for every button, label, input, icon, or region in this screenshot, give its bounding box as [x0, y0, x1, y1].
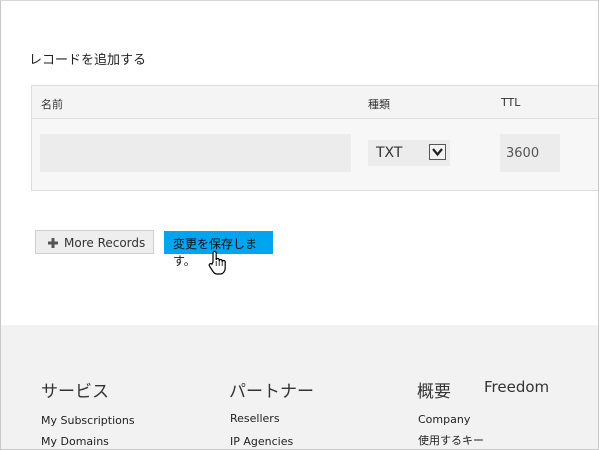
record-type-select[interactable]: TXT — [368, 140, 450, 166]
footer-column-freedom: Freedom — [484, 378, 549, 396]
page-frame: レコードを追加する 名前 種類 TTL TXT More Records 変更を… — [0, 0, 599, 450]
column-header-type: 種類 — [368, 98, 390, 111]
footer-link-my-domains[interactable]: My Domains — [41, 435, 109, 448]
footer-link-my-subscriptions[interactable]: My Subscriptions — [41, 414, 135, 427]
records-table: 名前 種類 TTL TXT — [31, 85, 598, 191]
footer: サービス My Subscriptions My Domains パートナー R… — [1, 325, 598, 449]
footer-column-overview: 概要 — [417, 377, 451, 402]
records-header: 名前 種類 TTL — [32, 86, 598, 119]
footer-link-ip-agencies[interactable]: IP Agencies — [230, 435, 293, 448]
footer-column-partners: パートナー — [229, 377, 314, 402]
hand-cursor-icon — [207, 250, 229, 280]
footer-heading-overview: 概要 — [417, 382, 451, 402]
record-ttl-input[interactable] — [500, 134, 560, 172]
footer-link-resellers[interactable]: Resellers — [230, 412, 280, 425]
footer-heading-freedom: Freedom — [484, 378, 550, 396]
footer-link-company[interactable]: Company — [418, 413, 470, 426]
footer-link-keys[interactable]: 使用するキー — [418, 432, 484, 448]
record-type-value: TXT — [376, 145, 403, 161]
footer-heading-partners: パートナー — [229, 382, 314, 402]
chevron-down-icon[interactable] — [429, 144, 446, 160]
section-title: レコードを追加する — [29, 53, 147, 68]
column-header-name: 名前 — [41, 98, 63, 111]
column-header-ttl: TTL — [501, 96, 521, 109]
plus-icon — [48, 237, 58, 248]
more-records-button[interactable]: More Records — [35, 230, 154, 254]
footer-heading-services: サービス — [41, 382, 109, 402]
more-records-label: More Records — [64, 236, 146, 250]
footer-column-services: サービス — [41, 377, 109, 402]
record-name-input[interactable] — [40, 134, 351, 172]
